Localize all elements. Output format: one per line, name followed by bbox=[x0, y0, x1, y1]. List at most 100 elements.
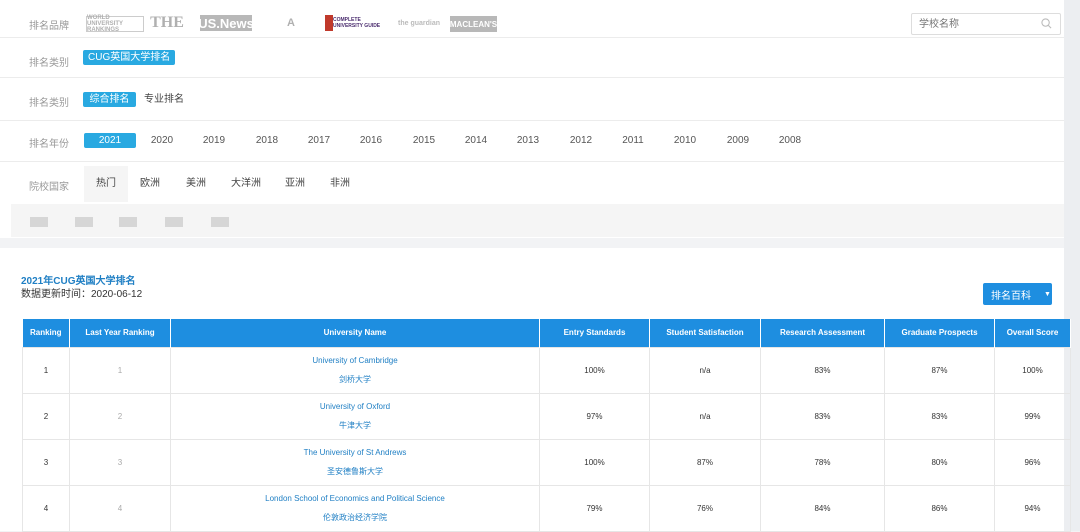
brand-logo-cug[interactable]: COMPLETE UNIVERSITY GUIDE bbox=[325, 15, 385, 31]
us-flag-icon[interactable] bbox=[75, 217, 93, 227]
cell-prospects: 87% bbox=[884, 346, 995, 394]
year-2010[interactable]: 2010 bbox=[659, 133, 711, 148]
ranking-wiki-button[interactable]: 排名百科 ▼ bbox=[983, 283, 1052, 305]
col-entry[interactable]: Entry Standards bbox=[539, 319, 650, 347]
cell-overall: 96% bbox=[994, 438, 1071, 486]
region-oceania[interactable]: 大洋洲 bbox=[226, 166, 266, 202]
brand-logo-macleans[interactable]: MACLEAN'S bbox=[450, 16, 497, 32]
ca-flag-icon[interactable] bbox=[165, 217, 183, 227]
year-2016[interactable]: 2016 bbox=[345, 133, 397, 148]
col-research[interactable]: Research Assessment bbox=[760, 319, 885, 347]
cell-entry: 100% bbox=[539, 438, 650, 486]
year-2019[interactable]: 2019 bbox=[188, 133, 240, 148]
cell-prospects: 86% bbox=[884, 484, 995, 532]
type-label: 排名类别 bbox=[29, 98, 69, 109]
university-name-en[interactable]: University of Oxford bbox=[171, 402, 539, 411]
table-row: 4 4 London School of Economics and Polit… bbox=[22, 484, 1071, 532]
search-icon[interactable] bbox=[1041, 18, 1052, 29]
cell-satisfaction: n/a bbox=[649, 392, 761, 440]
university-name-en[interactable]: The University of St Andrews bbox=[171, 448, 539, 457]
type-subject[interactable]: 专业排名 bbox=[139, 92, 189, 107]
year-2018[interactable]: 2018 bbox=[241, 133, 293, 148]
university-name-cn[interactable]: 圣安德鲁斯大学 bbox=[171, 466, 539, 477]
cell-university[interactable]: University of Oxford 牛津大学 bbox=[170, 392, 540, 440]
ranking-table: Ranking Last Year Ranking University Nam… bbox=[22, 319, 1071, 532]
search-input[interactable] bbox=[912, 14, 1032, 34]
year-2011[interactable]: 2011 bbox=[607, 133, 659, 148]
year-2020[interactable]: 2020 bbox=[136, 133, 188, 148]
update-time: 数据更新时间：2020-06-12 bbox=[21, 289, 143, 300]
category-label: 排名类别 bbox=[29, 58, 69, 69]
brand-label: 排名品牌 bbox=[29, 21, 69, 32]
year-2008[interactable]: 2008 bbox=[764, 133, 816, 148]
region-europe[interactable]: 欧洲 bbox=[135, 166, 165, 202]
cell-research: 83% bbox=[760, 392, 885, 440]
brand-logo-qs[interactable]: WORLD UNIVERSITY RANKINGS bbox=[86, 15, 144, 33]
university-name-en[interactable]: University of Cambridge bbox=[171, 356, 539, 365]
cell-last: 3 bbox=[69, 438, 171, 486]
year-2013[interactable]: 2013 bbox=[502, 133, 554, 148]
cell-university[interactable]: University of Cambridge 剑桥大学 bbox=[170, 346, 540, 394]
search-box[interactable] bbox=[911, 13, 1061, 35]
cell-research: 83% bbox=[760, 346, 885, 394]
cell-university[interactable]: London School of Economics and Political… bbox=[170, 484, 540, 532]
cell-research: 78% bbox=[760, 438, 885, 486]
university-name-en[interactable]: London School of Economics and Political… bbox=[171, 494, 539, 503]
table-row: 2 2 University of Oxford 牛津大学 97% n/a 83%… bbox=[22, 392, 1071, 440]
table-row: 3 3 The University of St Andrews 圣安德鲁斯大学 … bbox=[22, 438, 1071, 486]
cell-rank: 2 bbox=[22, 392, 70, 440]
cell-university[interactable]: The University of St Andrews 圣安德鲁斯大学 bbox=[170, 438, 540, 486]
cell-entry: 79% bbox=[539, 484, 650, 532]
cell-satisfaction: n/a bbox=[649, 346, 761, 394]
year-2017[interactable]: 2017 bbox=[293, 133, 345, 148]
cell-research: 84% bbox=[760, 484, 885, 532]
cell-satisfaction: 76% bbox=[649, 484, 761, 532]
caret-down-icon: ▼ bbox=[1044, 290, 1051, 298]
cell-rank: 3 bbox=[22, 438, 70, 486]
cell-prospects: 80% bbox=[884, 438, 995, 486]
nz-flag-icon[interactable] bbox=[211, 217, 229, 227]
year-2014[interactable]: 2014 bbox=[450, 133, 502, 148]
cell-rank: 4 bbox=[22, 484, 70, 532]
type-overall[interactable]: 综合排名 bbox=[83, 92, 136, 107]
brand-logo-the[interactable]: THE bbox=[150, 14, 184, 31]
cell-overall: 100% bbox=[994, 346, 1071, 394]
col-ranking[interactable]: Ranking bbox=[22, 319, 70, 347]
col-prospects[interactable]: Graduate Prospects bbox=[884, 319, 995, 347]
cell-satisfaction: 87% bbox=[649, 438, 761, 486]
flag-bar bbox=[11, 204, 1064, 237]
col-overall[interactable]: Overall Score bbox=[994, 319, 1071, 347]
region-americas[interactable]: 美洲 bbox=[181, 166, 211, 202]
cell-last: 1 bbox=[69, 346, 171, 394]
year-2015[interactable]: 2015 bbox=[398, 133, 450, 148]
year-2012[interactable]: 2012 bbox=[555, 133, 607, 148]
col-satisfaction[interactable]: Student Satisfaction bbox=[649, 319, 761, 347]
col-university[interactable]: University Name bbox=[170, 319, 540, 347]
cell-overall: 94% bbox=[994, 484, 1071, 532]
region-popular[interactable]: 热门 bbox=[84, 166, 128, 202]
cell-last: 2 bbox=[69, 392, 171, 440]
country-label: 院校国家 bbox=[29, 182, 69, 193]
table-header-row: Ranking Last Year Ranking University Nam… bbox=[22, 319, 1071, 347]
table-row: 1 1 University of Cambridge 剑桥大学 100% n/a… bbox=[22, 346, 1071, 394]
category-cug[interactable]: CUG英国大学排名 bbox=[83, 50, 176, 65]
year-2009[interactable]: 2009 bbox=[712, 133, 764, 148]
university-name-cn[interactable]: 牛津大学 bbox=[171, 420, 539, 431]
university-name-cn[interactable]: 伦敦政治经济学院 bbox=[171, 512, 539, 523]
university-name-cn[interactable]: 剑桥大学 bbox=[171, 374, 539, 385]
au-flag-icon[interactable] bbox=[119, 217, 137, 227]
cell-rank: 1 bbox=[22, 346, 70, 394]
region-asia[interactable]: 亚洲 bbox=[280, 166, 310, 202]
region-africa[interactable]: 非洲 bbox=[325, 166, 355, 202]
year-label: 排名年份 bbox=[29, 139, 69, 150]
brand-logo-usnews[interactable]: US.News bbox=[198, 15, 254, 31]
col-last-year[interactable]: Last Year Ranking bbox=[69, 319, 171, 347]
cell-overall: 99% bbox=[994, 392, 1071, 440]
uk-flag-icon[interactable] bbox=[30, 217, 48, 227]
brand-logo-arwu[interactable]: A bbox=[268, 15, 314, 31]
ranking-wiki-label: 排名百科 bbox=[991, 290, 1031, 302]
cell-entry: 97% bbox=[539, 392, 650, 440]
brand-logo-guardian[interactable]: the guardian bbox=[398, 15, 440, 31]
year-2021[interactable]: 2021 bbox=[84, 133, 136, 148]
cell-last: 4 bbox=[69, 484, 171, 532]
